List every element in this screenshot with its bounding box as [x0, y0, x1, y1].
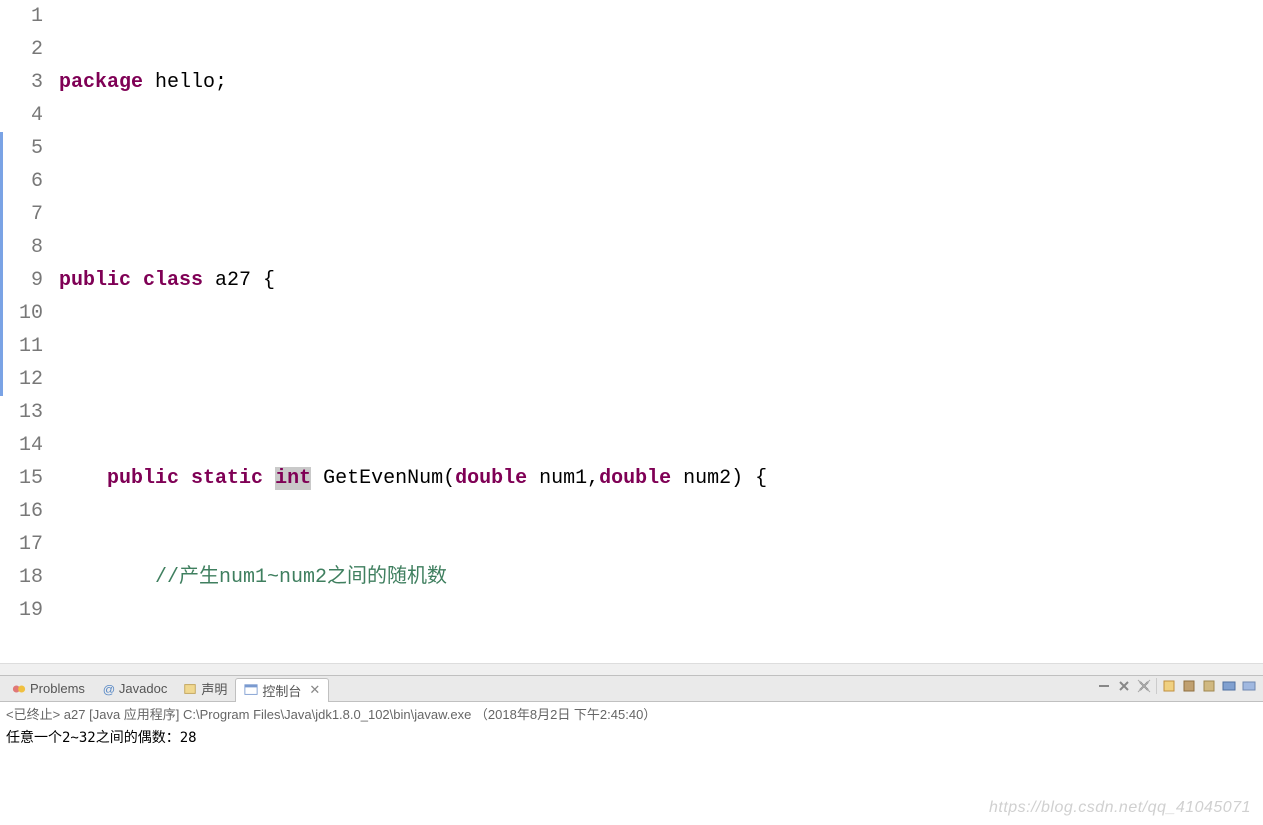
code-text: hello;: [143, 71, 227, 94]
tab-label: Problems: [30, 681, 85, 696]
code-line[interactable]: public class a27 {: [55, 264, 1263, 297]
code-text-area[interactable]: package hello; public class a27 { public…: [55, 0, 1263, 663]
declaration-icon: [183, 682, 197, 696]
close-icon[interactable]: ✕: [309, 682, 320, 698]
line-number: 3: [0, 66, 43, 99]
line-number: 12: [0, 363, 43, 396]
keyword-public: public: [107, 467, 179, 490]
code-line[interactable]: int s = (int)num1 + (int)(Math.random()*…: [55, 660, 1263, 663]
display-selected-icon[interactable]: [1221, 678, 1237, 694]
tab-problems[interactable]: Problems: [4, 677, 93, 701]
problems-icon: [12, 682, 26, 696]
line-number: 1: [0, 0, 43, 33]
line-number: 13: [0, 396, 43, 429]
keyword-static: static: [191, 467, 263, 490]
javadoc-icon: @: [101, 682, 115, 696]
horizontal-scrollbar[interactable]: [0, 663, 1263, 675]
line-number: 19: [0, 594, 43, 627]
watermark-text: https://blog.csdn.net/qq_41045071: [989, 799, 1251, 817]
console-icon: [244, 683, 258, 697]
line-number: 7: [0, 198, 43, 231]
svg-text:@: @: [103, 682, 115, 696]
change-marker: [0, 132, 3, 396]
code-text: num2) {: [671, 467, 767, 490]
comment: //产生num1~num2之间的随机数: [155, 566, 447, 589]
code-text: a27 {: [203, 269, 275, 292]
tab-label: 控制台: [262, 681, 301, 700]
line-number: 10: [0, 297, 43, 330]
code-line[interactable]: [55, 165, 1263, 198]
code-line[interactable]: [55, 363, 1263, 396]
code-line[interactable]: //产生num1~num2之间的随机数: [55, 561, 1263, 594]
scroll-lock-icon[interactable]: [1161, 678, 1177, 694]
console-launch-header: <已终止> a27 [Java 应用程序] C:\Program Files\J…: [0, 702, 1263, 725]
line-number: 16: [0, 495, 43, 528]
tab-label: Javadoc: [119, 681, 167, 696]
line-number: 9: [0, 264, 43, 297]
tab-declaration[interactable]: 声明: [175, 677, 235, 701]
console-status-prefix: <已终止>: [6, 707, 64, 722]
remove-launch-icon[interactable]: [1096, 678, 1112, 694]
open-console-icon[interactable]: [1241, 678, 1257, 694]
code-text: num1,: [527, 467, 599, 490]
tab-javadoc[interactable]: @ Javadoc: [93, 677, 175, 701]
line-number: 4: [0, 99, 43, 132]
remove-terminated-icon[interactable]: [1136, 678, 1152, 694]
separator: [1156, 678, 1157, 694]
keyword-double: double: [455, 467, 527, 490]
keyword-double: double: [599, 467, 671, 490]
keyword-public: public: [59, 269, 131, 292]
code-editor[interactable]: 1 2 3 4 5 6 7 8 9 10 11 12 13 14 15 16 1…: [0, 0, 1263, 663]
code-line[interactable]: package hello;: [55, 66, 1263, 99]
line-number: 6: [0, 165, 43, 198]
pin-console-icon[interactable]: [1201, 678, 1217, 694]
keyword-package: package: [59, 71, 143, 94]
line-number: 17: [0, 528, 43, 561]
console-launch-info: a27 [Java 应用程序] C:\Program Files\Java\jd…: [64, 707, 657, 722]
remove-all-icon[interactable]: [1116, 678, 1132, 694]
keyword-int: int: [275, 467, 311, 490]
line-number: 15: [0, 462, 43, 495]
view-tabs: Problems @ Javadoc 声明 控制台 ✕: [0, 676, 1263, 702]
line-number: 2: [0, 33, 43, 66]
code-text: GetEvenNum(: [311, 467, 455, 490]
line-number: 18: [0, 561, 43, 594]
tab-console[interactable]: 控制台 ✕: [235, 678, 329, 702]
keyword-class: class: [143, 269, 203, 292]
line-number-gutter: 1 2 3 4 5 6 7 8 9 10 11 12 13 14 15 16 1…: [0, 0, 55, 663]
line-number: 8: [0, 231, 43, 264]
line-number: 5: [0, 132, 43, 165]
tab-label: 声明: [201, 679, 227, 698]
console-toolbar: [1096, 678, 1257, 694]
line-number: 11: [0, 330, 43, 363]
code-line[interactable]: public static int GetEvenNum(double num1…: [55, 462, 1263, 495]
console-line: 任意一个2~32之间的偶数：28: [6, 730, 197, 746]
clear-console-icon[interactable]: [1181, 678, 1197, 694]
line-number: 14: [0, 429, 43, 462]
